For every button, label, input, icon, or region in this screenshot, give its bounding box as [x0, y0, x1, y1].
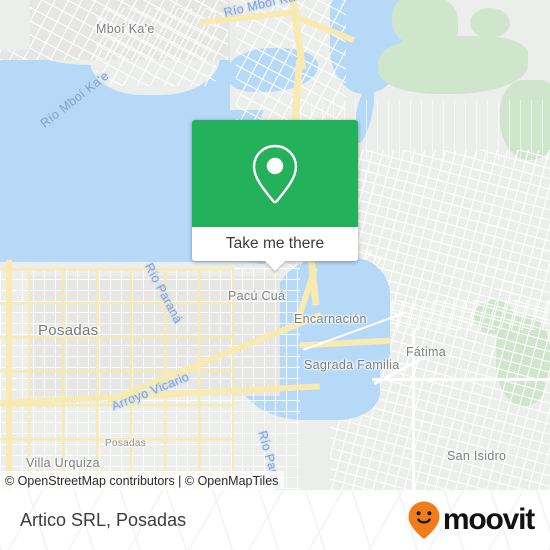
location-popup-card[interactable]: Take me there: [192, 120, 358, 271]
map-land-west-edge: [0, 0, 30, 50]
map-screenshot: Mboí Ka'e Río Mboí Ka'e Río Mboí Ka'e Río P…: [0, 0, 550, 550]
map-streets-north-peninsula: [96, 8, 216, 86]
attribution-text: © OpenStreetMap contributors | © OpenMap…: [5, 473, 279, 488]
map-attribution[interactable]: © OpenStreetMap contributors | © OpenMap…: [0, 471, 285, 490]
map-streets-posadas-arterials: [0, 268, 234, 490]
footer-bar: Artico SRL, Posadas moovit: [0, 490, 550, 550]
moovit-wordmark: moovit: [442, 503, 535, 536]
map-road-east-main-vertical: [412, 330, 415, 490]
map-pin-icon: [252, 144, 298, 203]
page-title: Artico SRL, Posadas: [20, 509, 187, 530]
map-park-river-corridor: [378, 36, 528, 94]
map-road-posadas-west-avenue: [6, 260, 12, 490]
map-road-east-main-horizontal: [372, 378, 550, 381]
map-park-north-right: [470, 8, 510, 38]
map-canvas[interactable]: Mboí Ka'e Río Mboí Ka'e Río Mboí Ka'e Río P…: [0, 0, 550, 490]
take-me-there-label: Take me there: [225, 235, 325, 252]
moovit-pin-smiley-icon: [408, 501, 440, 539]
popup-action-area[interactable]: Take me there: [192, 227, 358, 261]
popup-image-area: [192, 120, 358, 227]
popup-pointer-tail: [265, 261, 285, 271]
moovit-logo[interactable]: moovit: [407, 500, 535, 540]
